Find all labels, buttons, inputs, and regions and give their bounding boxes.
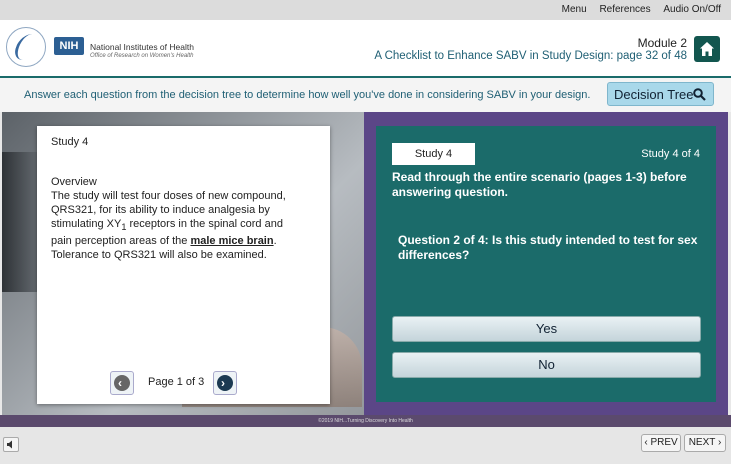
question-panel: Study 4 Study 4 of 4 Read through the en… [364, 112, 728, 415]
page-indicator: Page 1 of 3 [148, 376, 205, 388]
pager: ‹ Page 1 of 3 › [110, 371, 280, 395]
chevron-left-icon: ‹ [118, 376, 122, 390]
decision-tree-label: Decision Tree [614, 87, 694, 102]
home-button[interactable] [694, 36, 720, 62]
top-bar: Menu References Audio On/Off [0, 0, 731, 20]
home-icon [700, 42, 714, 56]
copyright-bar: ©2019 NIH...Turning Discovery Into Healt… [0, 415, 731, 427]
audio-toggle-link[interactable]: Audio On/Off [663, 4, 721, 15]
overview-text: The study will test four doses of new co… [51, 190, 286, 262]
next-button[interactable]: NEXT › [684, 434, 726, 452]
study-counter: Study 4 of 4 [641, 148, 700, 160]
yes-button[interactable]: Yes [392, 316, 701, 342]
org-name: National Institutes of Health [90, 42, 194, 52]
header: NIH National Institutes of Health Office… [0, 20, 731, 76]
question-inner: Study 4 Study 4 of 4 Read through the en… [376, 126, 716, 402]
org-subtitle: Office of Research on Women's Health [90, 53, 194, 59]
content-stage: Study 4 Overview The study will test fou… [2, 112, 728, 415]
references-link[interactable]: References [599, 4, 650, 15]
scenario-card: Study 4 Overview The study will test fou… [37, 126, 330, 404]
overview-heading: Overview [51, 176, 97, 188]
study-title: Study 4 [51, 136, 89, 148]
top-links: Menu References Audio On/Off [552, 4, 721, 15]
previous-page-button[interactable]: ‹ [110, 371, 134, 395]
no-button[interactable]: No [392, 352, 701, 378]
audio-button[interactable] [3, 437, 19, 452]
module-title: Module 2 [637, 36, 687, 50]
chevron-right-icon: › [221, 376, 225, 390]
instruction-bar: Answer each question from the decision t… [0, 78, 731, 112]
nih-badge: NIH [54, 37, 84, 55]
instruction-lead: Read through the entire scenario (pages … [392, 170, 687, 199]
footer: ‹ PREV NEXT › [0, 427, 731, 464]
speaker-icon [7, 440, 12, 449]
decision-tree-button[interactable]: Decision Tree [607, 82, 714, 106]
search-icon [693, 88, 706, 101]
menu-link[interactable]: Menu [562, 4, 587, 15]
study-tab: Study 4 [392, 143, 475, 165]
question-text: Question 2 of 4: Is this study intended … [398, 233, 698, 262]
prev-button[interactable]: ‹ PREV [641, 434, 681, 452]
emphasis-term: male mice brain [190, 235, 274, 248]
hhs-logo [6, 27, 46, 67]
background-pen-image [2, 152, 42, 292]
next-page-button[interactable]: › [213, 371, 237, 395]
course-subtitle: A Checklist to Enhance SABV in Study Des… [374, 50, 687, 62]
instruction-text: Answer each question from the decision t… [24, 89, 591, 101]
